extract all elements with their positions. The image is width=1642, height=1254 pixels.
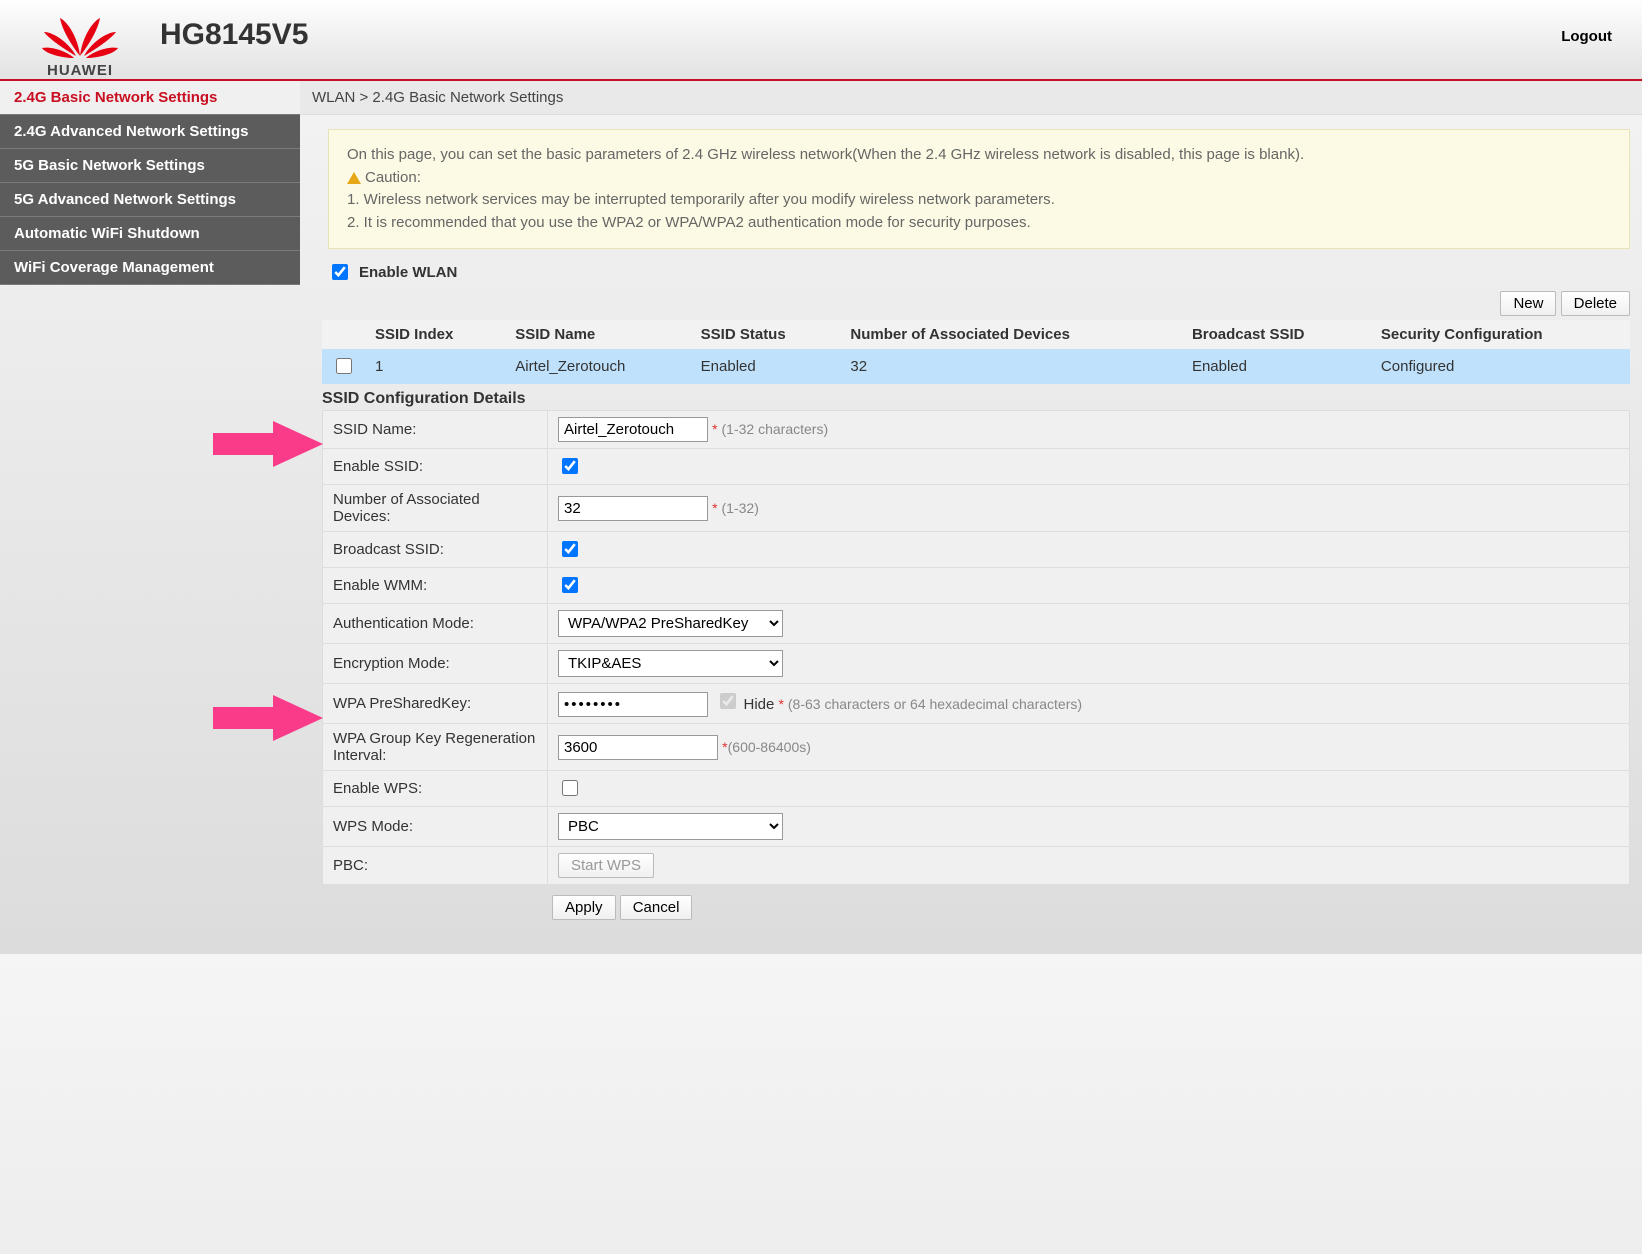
sidebar-item-2-4g-advanced-network-settings[interactable]: 2.4G Advanced Network Settings	[0, 115, 300, 149]
enable-wps-checkbox[interactable]	[562, 780, 578, 796]
th-name: SSID Name	[505, 320, 690, 349]
label-auth-mode: Authentication Mode:	[323, 604, 548, 644]
start-wps-button[interactable]: Start WPS	[558, 853, 654, 878]
hint-psk: (8-63 characters or 64 hexadecimal chara…	[788, 696, 1082, 712]
info-line2: 1. Wireless network services may be inte…	[347, 189, 1611, 212]
delete-button[interactable]: Delete	[1561, 291, 1630, 316]
sidebar-item-5g-advanced-network-settings[interactable]: 5G Advanced Network Settings	[0, 183, 300, 217]
label-wps-mode: WPS Mode:	[323, 807, 548, 847]
section-title: SSID Configuration Details	[322, 390, 1642, 408]
cell-broadcast: Enabled	[1182, 349, 1371, 384]
ssid-table: SSID Index SSID Name SSID Status Number …	[322, 320, 1630, 384]
enable-wlan-checkbox[interactable]	[332, 264, 348, 280]
ssid-name-field[interactable]	[558, 417, 708, 442]
cell-name: Airtel_Zerotouch	[505, 349, 690, 384]
pointer-arrow-icon	[213, 421, 323, 467]
label-group-key: WPA Group Key Regeneration Interval:	[323, 724, 548, 771]
cell-num: 32	[840, 349, 1182, 384]
sidebar-item-automatic-wifi-shutdown[interactable]: Automatic WiFi Shutdown	[0, 217, 300, 251]
broadcast-ssid-checkbox[interactable]	[562, 541, 578, 557]
info-line3: 2. It is recommended that you use the WP…	[347, 212, 1611, 235]
label-enable-ssid: Enable SSID:	[323, 449, 548, 485]
cancel-button[interactable]: Cancel	[620, 895, 693, 920]
caution-icon	[347, 172, 361, 184]
enable-ssid-checkbox[interactable]	[562, 458, 578, 474]
ssid-table-row[interactable]: 1 Airtel_Zerotouch Enabled 32 Enabled Co…	[322, 349, 1630, 384]
enc-mode-select[interactable]: TKIP&AES	[558, 650, 783, 677]
th-sec: Security Configuration	[1371, 320, 1630, 349]
label-broadcast-ssid: Broadcast SSID:	[323, 532, 548, 568]
ssid-table-header: SSID Index SSID Name SSID Status Number …	[322, 320, 1630, 349]
info-caution: Caution:	[365, 169, 421, 186]
brand-logo: HUAWEI	[40, 12, 120, 79]
label-ssid-name: SSID Name:	[333, 421, 416, 438]
cell-sec: Configured	[1371, 349, 1630, 384]
pointer-arrow-icon	[213, 695, 323, 741]
hint-group-key: (600-86400s)	[728, 739, 811, 755]
header: HUAWEI HG8145V5 Logout	[0, 0, 1642, 79]
sidebar: 2.4G Basic Network Settings2.4G Advanced…	[0, 81, 300, 940]
psk-field[interactable]	[558, 692, 708, 717]
row-select-checkbox[interactable]	[336, 358, 352, 374]
label-num-devices: Number of Associated Devices:	[323, 485, 548, 532]
model-title: HG8145V5	[160, 18, 308, 52]
hint-ssid-name: (1-32 characters)	[722, 421, 829, 437]
enable-wmm-checkbox[interactable]	[562, 577, 578, 593]
label-enable-wmm: Enable WMM:	[323, 568, 548, 604]
hide-psk-checkbox[interactable]	[720, 693, 736, 709]
info-line1: On this page, you can set the basic para…	[347, 144, 1611, 167]
content: WLAN > 2.4G Basic Network Settings On th…	[300, 81, 1642, 940]
th-broadcast: Broadcast SSID	[1182, 320, 1371, 349]
sidebar-item-wifi-coverage-management[interactable]: WiFi Coverage Management	[0, 251, 300, 285]
wps-mode-select[interactable]: PBC	[558, 813, 783, 840]
group-key-field[interactable]	[558, 735, 718, 760]
sidebar-item-5g-basic-network-settings[interactable]: 5G Basic Network Settings	[0, 149, 300, 183]
cell-index: 1	[365, 349, 505, 384]
label-psk: WPA PreSharedKey:	[333, 695, 471, 712]
config-form: SSID Name: * (1-32 characters) Enable SS…	[322, 410, 1630, 885]
label-enc-mode: Encryption Mode:	[323, 644, 548, 684]
info-box: On this page, you can set the basic para…	[328, 129, 1630, 249]
th-status: SSID Status	[691, 320, 841, 349]
th-index: SSID Index	[365, 320, 505, 349]
label-pbc: PBC:	[323, 847, 548, 885]
sidebar-item-2-4g-basic-network-settings[interactable]: 2.4G Basic Network Settings	[0, 81, 300, 115]
apply-button[interactable]: Apply	[552, 895, 616, 920]
num-devices-field[interactable]	[558, 496, 708, 521]
huawei-logo-icon	[40, 12, 120, 60]
th-num: Number of Associated Devices	[840, 320, 1182, 349]
auth-mode-select[interactable]: WPA/WPA2 PreSharedKey	[558, 610, 783, 637]
cell-status: Enabled	[691, 349, 841, 384]
hint-num-devices: (1-32)	[722, 500, 759, 516]
breadcrumb: WLAN > 2.4G Basic Network Settings	[300, 81, 1642, 115]
enable-wlan-label: Enable WLAN	[359, 264, 457, 281]
hide-label: Hide	[744, 696, 775, 713]
logout-link[interactable]: Logout	[1561, 28, 1612, 45]
brand-name: HUAWEI	[40, 62, 120, 79]
new-button[interactable]: New	[1500, 291, 1556, 316]
label-enable-wps: Enable WPS:	[323, 771, 548, 807]
